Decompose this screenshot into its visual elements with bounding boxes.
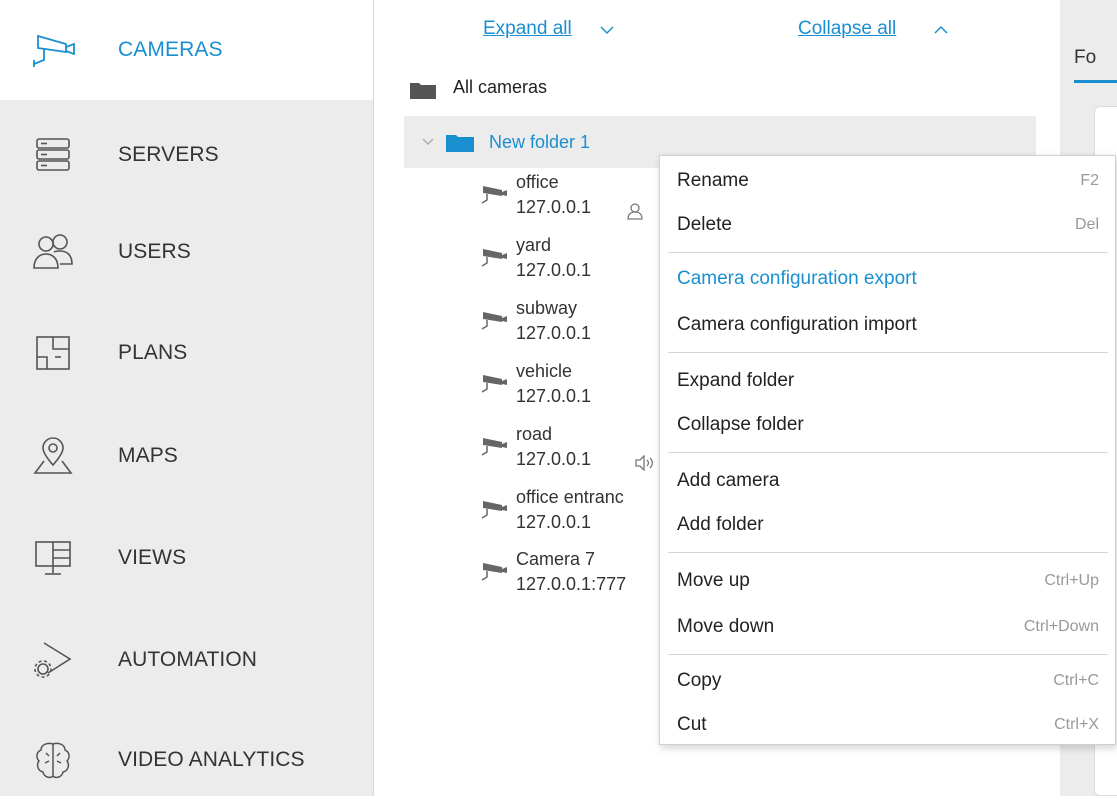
menu-separator bbox=[668, 452, 1108, 453]
camera-name: yard bbox=[516, 235, 552, 255]
sidebar-item-label: VIDEO ANALYTICS bbox=[118, 748, 305, 771]
sidebar-item-label: MAPS bbox=[118, 444, 178, 467]
menu-separator bbox=[668, 654, 1108, 655]
menu-item-delete[interactable]: Delete Del bbox=[660, 204, 1115, 248]
menu-item-label: Collapse folder bbox=[677, 414, 804, 435]
menu-item-shortcut: F2 bbox=[1080, 172, 1099, 189]
sidebar: CAMERAS SERVERS USERS PLANS MAPS VIEWS A… bbox=[0, 0, 373, 796]
monitor-grid-icon bbox=[30, 535, 76, 581]
menu-item-label: Move up bbox=[677, 570, 750, 591]
menu-item-shortcut: Ctrl+X bbox=[1054, 716, 1099, 733]
menu-item-move-up[interactable]: Move up Ctrl+Up bbox=[660, 560, 1115, 604]
menu-item-label: Add camera bbox=[677, 470, 780, 491]
menu-item-add-camera[interactable]: Add camera bbox=[660, 460, 1115, 504]
server-icon bbox=[30, 132, 76, 178]
folder-icon bbox=[410, 81, 436, 99]
sidebar-item-video-analytics[interactable]: VIDEO ANALYTICS bbox=[0, 715, 373, 805]
tab-folder[interactable]: Fo bbox=[1074, 47, 1096, 69]
menu-item-label: Cut bbox=[677, 714, 707, 735]
user-icon bbox=[626, 202, 644, 220]
menu-item-label: Camera configuration import bbox=[677, 314, 917, 335]
menu-item-camera-config-export[interactable]: Camera configuration export bbox=[660, 258, 1115, 302]
camera-ip: 127.0.0.1:777 bbox=[516, 574, 627, 594]
sidebar-item-label: CAMERAS bbox=[118, 38, 223, 61]
menu-item-expand-folder[interactable]: Expand folder bbox=[660, 360, 1115, 404]
brain-icon bbox=[30, 737, 76, 783]
menu-item-copy[interactable]: Copy Ctrl+C bbox=[660, 660, 1115, 704]
expand-all-label: Expand all bbox=[483, 18, 572, 39]
sidebar-item-users[interactable]: USERS bbox=[0, 207, 373, 297]
collapse-all-link[interactable]: Collapse all bbox=[798, 18, 896, 40]
speaker-icon bbox=[634, 455, 656, 471]
sidebar-item-label: SERVERS bbox=[118, 143, 219, 166]
sidebar-item-label: VIEWS bbox=[118, 546, 187, 569]
menu-separator bbox=[668, 352, 1108, 353]
camera-ip: 127.0.0.1 bbox=[516, 449, 592, 469]
camera-name: subway bbox=[516, 298, 578, 318]
camera-icon bbox=[480, 436, 508, 458]
collapse-all-label: Collapse all bbox=[798, 18, 897, 39]
menu-item-label: Move down bbox=[677, 616, 775, 637]
camera-ip: 127.0.0.1 bbox=[516, 512, 592, 532]
camera-icon bbox=[480, 247, 508, 269]
camera-name: vehicle bbox=[516, 361, 573, 381]
menu-item-shortcut: Ctrl+Up bbox=[1044, 572, 1099, 589]
menu-separator bbox=[668, 552, 1108, 553]
sidebar-item-cameras[interactable]: CAMERAS bbox=[0, 0, 373, 100]
sidebar-item-maps[interactable]: MAPS bbox=[0, 411, 373, 501]
menu-item-label: Rename bbox=[677, 170, 749, 191]
users-icon bbox=[30, 229, 76, 275]
sidebar-item-label: PLANS bbox=[118, 341, 188, 364]
tree-root-row[interactable]: All cameras bbox=[410, 76, 710, 104]
menu-item-label: Add folder bbox=[677, 514, 764, 535]
camera-icon bbox=[30, 27, 76, 73]
menu-item-rename[interactable]: Rename F2 bbox=[660, 160, 1115, 204]
camera-name: Camera 7 bbox=[516, 549, 596, 569]
floor-plan-icon bbox=[30, 330, 76, 376]
camera-ip: 127.0.0.1 bbox=[516, 323, 592, 343]
tab-active-indicator bbox=[1074, 80, 1117, 83]
chevron-down-icon bbox=[600, 25, 614, 35]
camera-ip: 127.0.0.1 bbox=[516, 386, 592, 406]
menu-separator bbox=[668, 252, 1108, 253]
menu-item-move-down[interactable]: Move down Ctrl+Down bbox=[660, 606, 1115, 650]
menu-item-camera-config-import[interactable]: Camera configuration import bbox=[660, 304, 1115, 348]
sidebar-item-servers[interactable]: SERVERS bbox=[0, 110, 373, 200]
camera-ip: 127.0.0.1 bbox=[516, 197, 592, 217]
menu-item-label: Delete bbox=[677, 214, 732, 235]
camera-icon bbox=[480, 561, 508, 583]
map-pin-icon bbox=[30, 433, 76, 479]
camera-icon bbox=[480, 184, 508, 206]
sidebar-item-label: AUTOMATION bbox=[118, 648, 258, 671]
expand-all-link[interactable]: Expand all bbox=[483, 18, 572, 40]
sidebar-item-label: USERS bbox=[118, 240, 191, 263]
camera-name: office entranc bbox=[516, 487, 624, 507]
camera-name: road bbox=[516, 424, 553, 444]
camera-icon bbox=[480, 373, 508, 395]
chevron-up-icon bbox=[934, 25, 948, 35]
menu-item-add-folder[interactable]: Add folder bbox=[660, 504, 1115, 548]
camera-icon bbox=[480, 310, 508, 332]
menu-item-shortcut: Del bbox=[1074, 216, 1099, 233]
chevron-down-icon bbox=[422, 138, 434, 146]
context-menu: Rename F2 Delete Del Camera configuratio… bbox=[659, 155, 1116, 745]
menu-item-label: Expand folder bbox=[677, 370, 795, 391]
sidebar-item-views[interactable]: VIEWS bbox=[0, 513, 373, 603]
sidebar-item-plans[interactable]: PLANS bbox=[0, 308, 373, 398]
camera-ip: 127.0.0.1 bbox=[516, 260, 592, 280]
menu-item-label: Copy bbox=[677, 670, 722, 691]
tree-root-label: All cameras bbox=[453, 77, 548, 97]
camera-name: office bbox=[516, 172, 559, 192]
menu-item-cut[interactable]: Cut Ctrl+X bbox=[660, 704, 1115, 748]
menu-item-label: Camera configuration export bbox=[677, 268, 917, 289]
sidebar-item-automation[interactable]: AUTOMATION bbox=[0, 615, 373, 705]
automation-gear-icon bbox=[30, 637, 76, 683]
menu-item-shortcut: Ctrl+C bbox=[1053, 672, 1099, 689]
menu-item-collapse-folder[interactable]: Collapse folder bbox=[660, 404, 1115, 448]
menu-item-shortcut: Ctrl+Down bbox=[1023, 618, 1099, 635]
folder-icon bbox=[446, 133, 474, 152]
camera-icon bbox=[480, 499, 508, 521]
tree-folder-label: New folder 1 bbox=[489, 132, 591, 152]
